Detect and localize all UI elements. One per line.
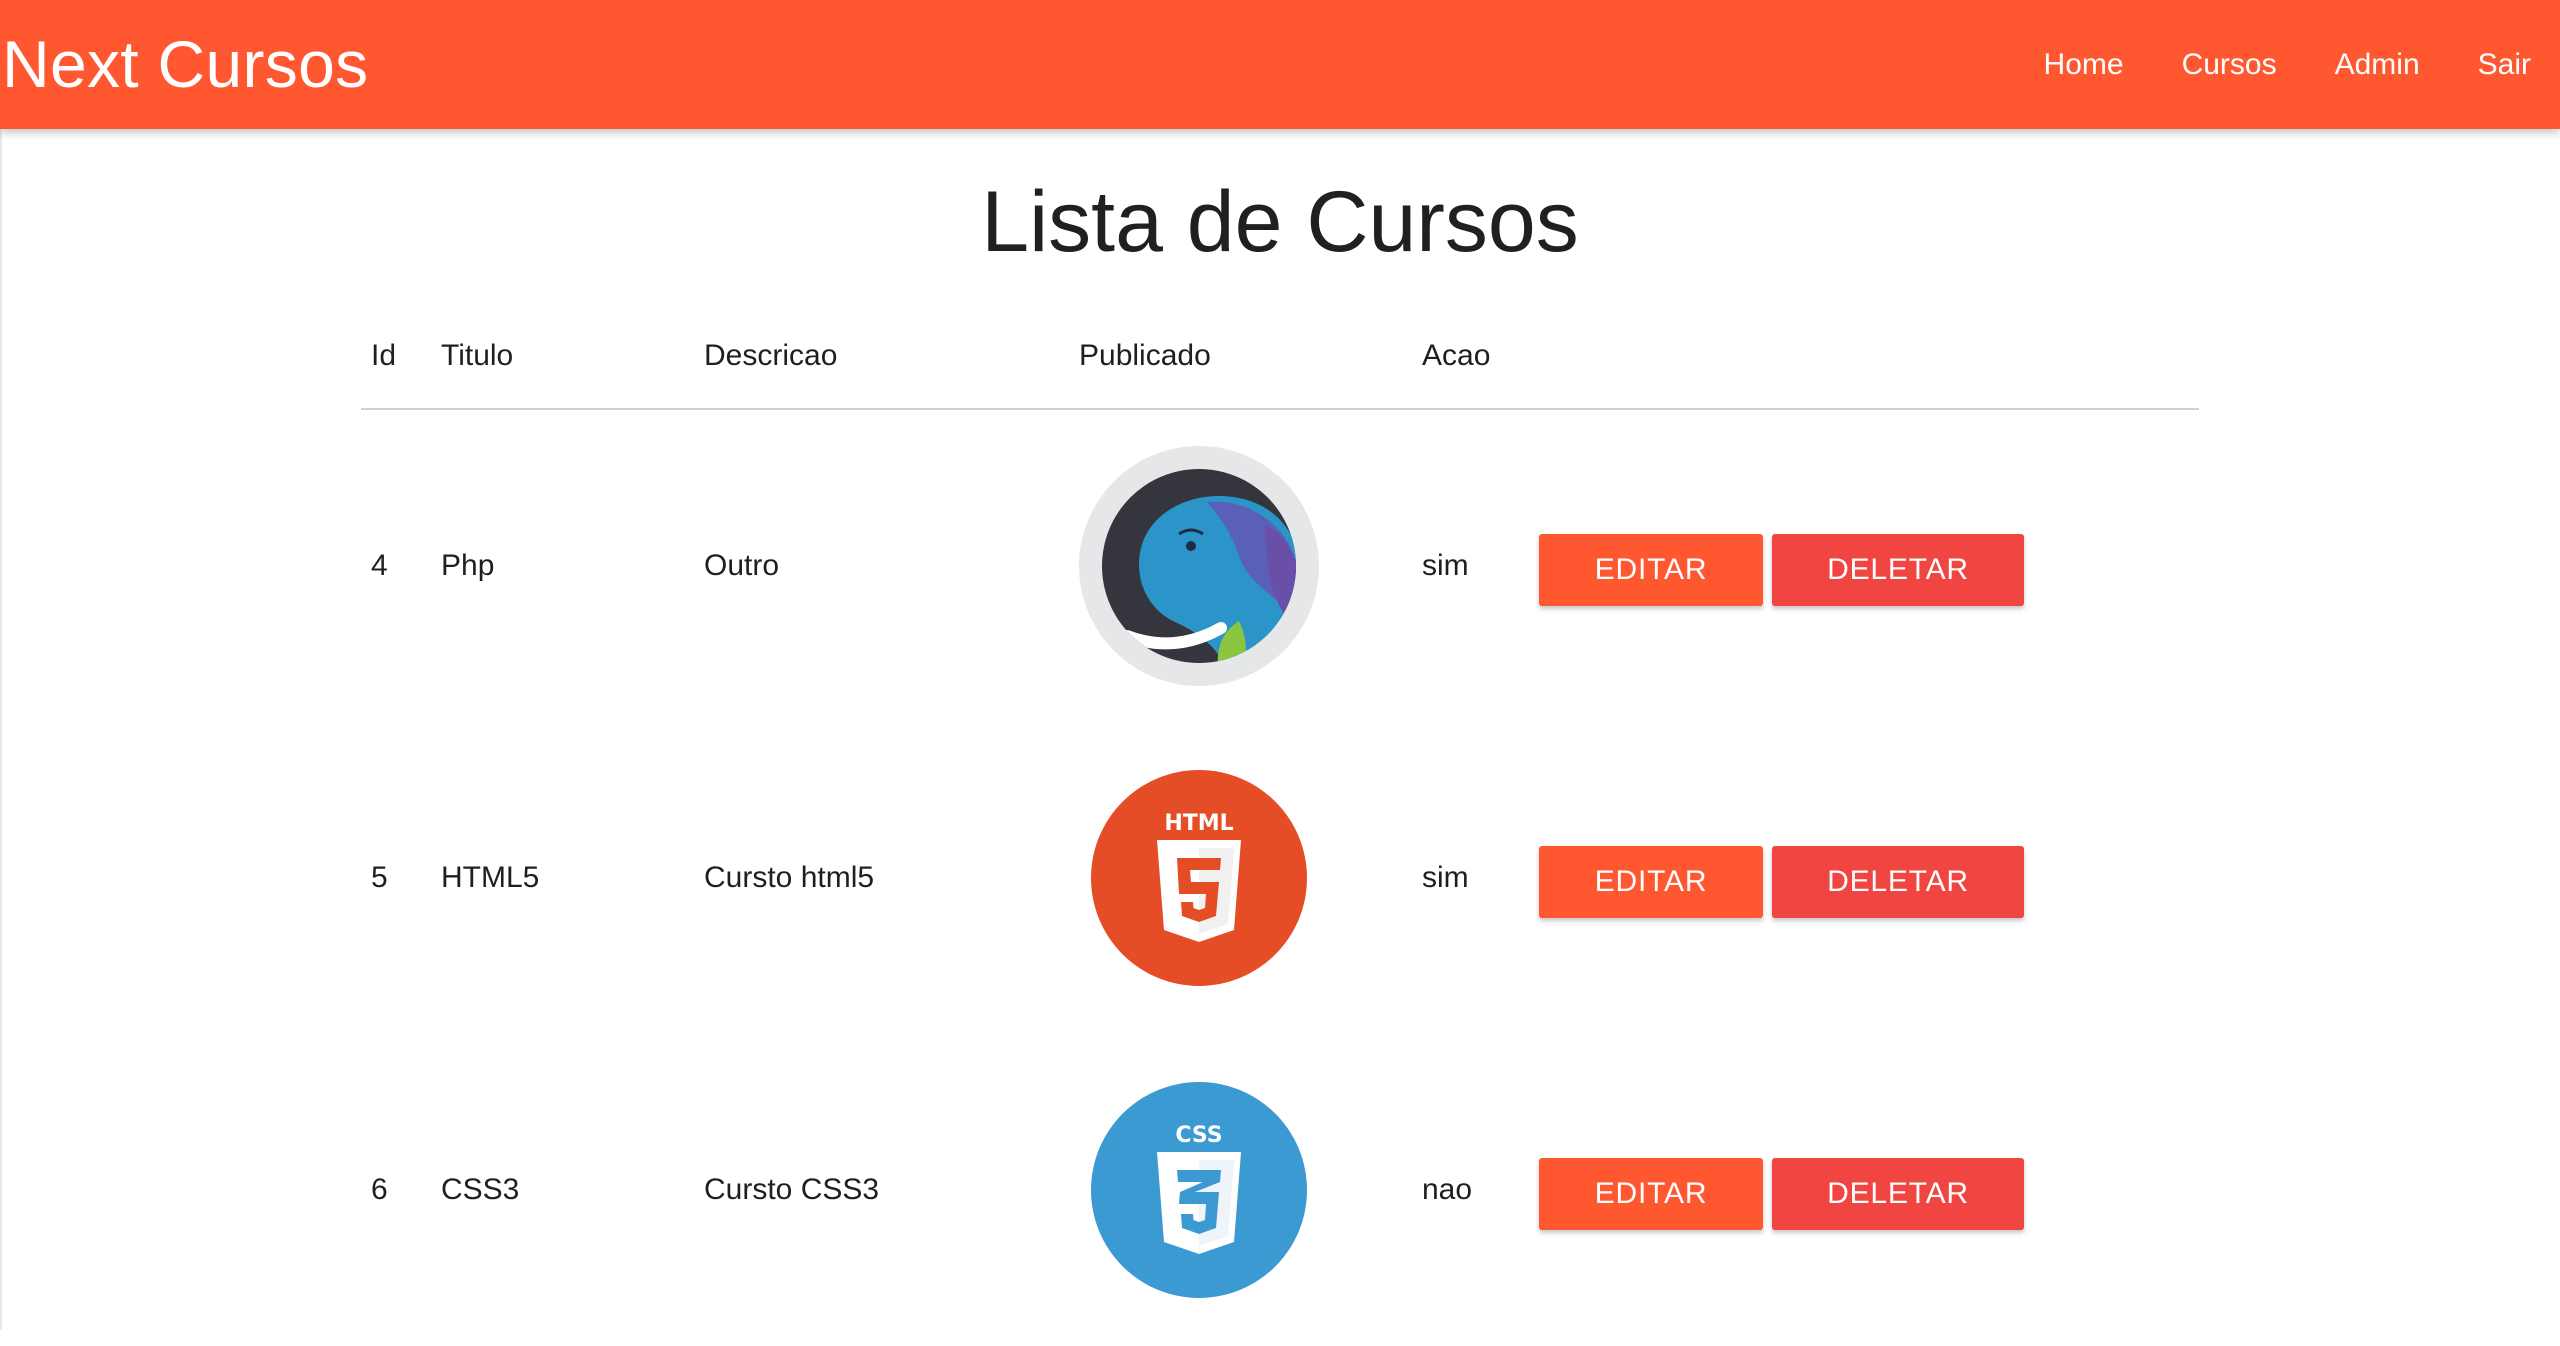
cell-publicado: nao (1422, 1173, 1473, 1206)
nav-link-home[interactable]: Home (2015, 0, 2153, 129)
delete-button[interactable]: DELETAR (1772, 846, 2024, 918)
css3-logo-icon: CSS (1079, 1034, 1319, 1346)
top-navbar: Next Cursos Home Cursos Admin Sair (0, 0, 2560, 129)
brand-logo-text[interactable]: Next Cursos (2, 0, 368, 129)
edit-button[interactable]: EDITAR (1539, 1158, 1763, 1230)
header-titulo: Titulo (441, 339, 514, 372)
page-title: Lista de Cursos (981, 174, 1579, 270)
table-header: Id Titulo Descricao Publicado Acao (361, 320, 2199, 410)
header-id: Id (371, 339, 397, 372)
cell-descricao: Cursto CSS3 (704, 1173, 880, 1206)
cell-descricao: Cursto html5 (704, 861, 875, 894)
courses-table: Id Titulo Descricao Publicado Acao 4 Php… (361, 320, 2199, 1346)
svg-text:CSS: CSS (1175, 1123, 1222, 1148)
svg-text:HTML: HTML (1164, 811, 1233, 836)
nav-link-admin[interactable]: Admin (2306, 0, 2449, 129)
header-acao: Acao (1422, 339, 1491, 372)
cell-publicado: sim (1422, 861, 1469, 894)
delete-button[interactable]: DELETAR (1772, 1158, 2024, 1230)
page-left-edge (0, 129, 2, 1330)
edit-button[interactable]: EDITAR (1539, 534, 1763, 606)
cell-descricao: Outro (704, 549, 780, 582)
table-row: 4 Php Outro sim EDITAR DELETAR (361, 410, 2199, 722)
nav-links: Home Cursos Admin Sair (2015, 0, 2560, 129)
header-descricao: Descricao (704, 339, 838, 372)
nav-link-sair[interactable]: Sair (2449, 0, 2560, 129)
cell-id: 6 (371, 1173, 388, 1206)
table-row: 5 HTML5 Cursto html5 HTML sim EDITAR DEL… (361, 722, 2199, 1034)
table-row: 6 CSS3 Cursto CSS3 CSS nao EDITAR DELETA… (361, 1034, 2199, 1346)
header-publicado: Publicado (1079, 339, 1211, 372)
cell-titulo: HTML5 (441, 861, 540, 894)
cell-publicado: sim (1422, 549, 1469, 582)
cell-id: 4 (371, 549, 388, 582)
cell-titulo: CSS3 (441, 1173, 520, 1206)
nav-link-cursos[interactable]: Cursos (2153, 0, 2306, 129)
html5-logo-icon: HTML (1079, 722, 1319, 1034)
php-elephant-icon (1079, 410, 1319, 722)
cell-titulo: Php (441, 549, 495, 582)
edit-button[interactable]: EDITAR (1539, 846, 1763, 918)
delete-button[interactable]: DELETAR (1772, 534, 2024, 606)
cell-id: 5 (371, 861, 388, 894)
